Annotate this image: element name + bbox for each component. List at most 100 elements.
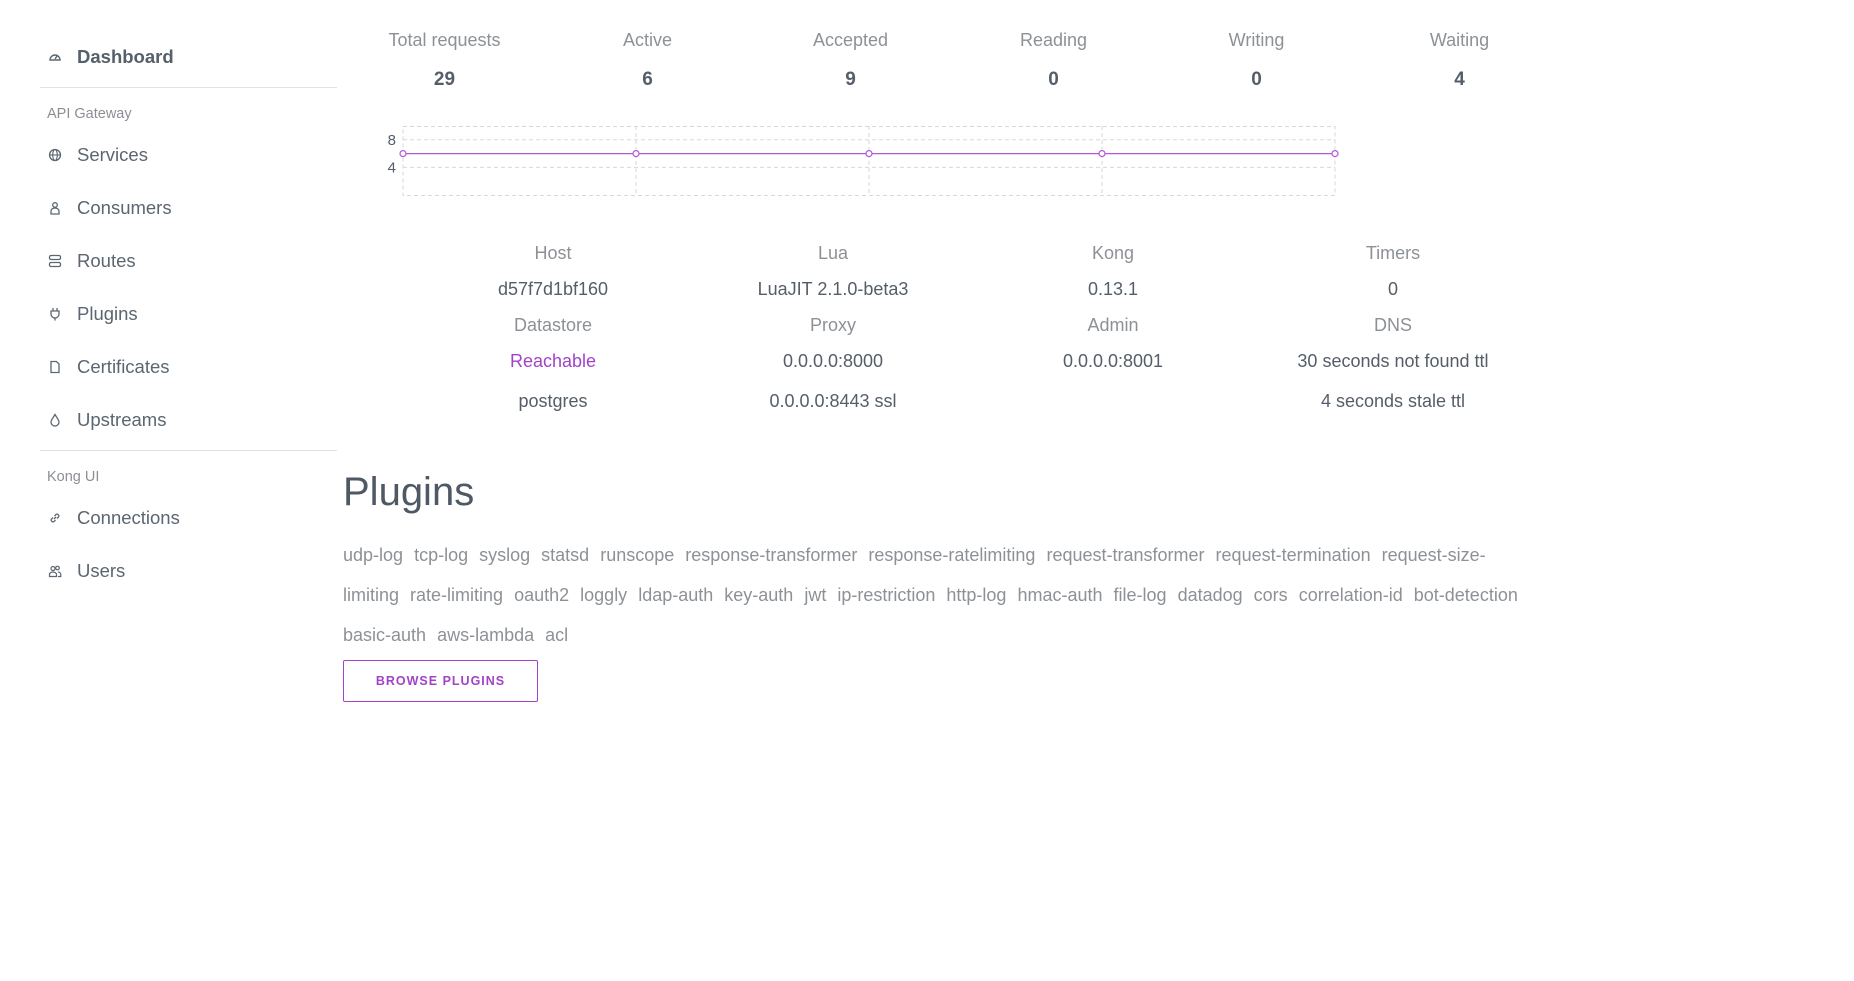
plugin-name: runscope xyxy=(600,545,675,565)
sidebar-item-certificates[interactable]: Certificates xyxy=(40,340,337,393)
sidebar-item-routes[interactable]: Routes xyxy=(40,234,337,287)
sidebar-item-label: Consumers xyxy=(77,196,172,218)
info-heading: Timers xyxy=(1365,243,1421,263)
plugin-name: response-ratelimiting xyxy=(868,545,1036,565)
browse-plugins-button[interactable]: BROWSE PLUGINS xyxy=(343,660,538,702)
info-heading: Host xyxy=(534,243,572,263)
info-timers: Timers 0 xyxy=(1253,243,1533,309)
sidebar-item-upstreams[interactable]: Upstreams xyxy=(40,393,337,446)
link-icon xyxy=(47,510,63,526)
info-heading: Proxy xyxy=(809,315,856,335)
stat-label: Accepted xyxy=(812,30,889,50)
stat-value: 29 xyxy=(433,69,456,90)
stat-accepted: Accepted 9 xyxy=(749,30,952,91)
info-datastore: Datastore Reachable postgres xyxy=(413,315,693,421)
plugin-name: request-transformer xyxy=(1046,545,1205,565)
routes-icon xyxy=(47,253,63,269)
stat-label: Waiting xyxy=(1429,30,1490,50)
info-value: postgres xyxy=(518,391,588,411)
info-row: Datastore Reachable postgres Proxy 0.0.0.0:8… xyxy=(413,315,1533,421)
stat-label: Writing xyxy=(1228,30,1285,50)
sidebar-item-label: Upstreams xyxy=(77,408,167,430)
stat-value: 4 xyxy=(1454,69,1465,90)
plugin-name: correlation-id xyxy=(1298,585,1403,605)
plugin-name: cors xyxy=(1253,585,1288,605)
info-value: 0.0.0.0:8001 xyxy=(1062,351,1164,371)
info-row: Host d57f7d1bf160 Lua LuaJIT 2.1.0-beta3 Kon… xyxy=(413,243,1533,309)
drop-icon xyxy=(47,412,63,428)
gauge-icon xyxy=(47,49,63,65)
info-admin: Admin 0.0.0.0:8001 xyxy=(973,315,1253,421)
sidebar-section-label: API Gateway xyxy=(47,106,132,122)
plugin-name: key-auth xyxy=(724,585,794,605)
sidebar-item-users[interactable]: Users xyxy=(40,544,337,597)
sidebar-item-label: Certificates xyxy=(77,355,170,377)
plugin-name: basic-auth xyxy=(343,625,427,645)
sidebar-section-label: Kong UI xyxy=(47,469,100,485)
plugin-name: statsd xyxy=(541,545,590,565)
stat-waiting: Waiting 4 xyxy=(1358,30,1561,91)
plugin-name: loggly xyxy=(580,585,628,605)
chart-ytick-label: 8 xyxy=(388,132,396,149)
chart-point xyxy=(1331,150,1339,158)
plugin-name: http-log xyxy=(946,585,1007,605)
stat-reading: Reading 0 xyxy=(952,30,1155,91)
sidebar-item-label: Services xyxy=(77,143,148,165)
plugin-name: bot-detection xyxy=(1413,585,1518,605)
info-value: 0.0.0.0:8443 ssl xyxy=(769,391,897,411)
info-heading: DNS xyxy=(1373,315,1412,335)
stat-value: 9 xyxy=(845,69,856,90)
plugin-name: aws-lambda xyxy=(437,625,535,645)
stat-label: Active xyxy=(622,30,673,50)
plugin-name: udp-log xyxy=(343,545,404,565)
info-heading: Lua xyxy=(817,243,849,263)
node-info-grid: Host d57f7d1bf160 Lua LuaJIT 2.1.0-beta3 Kon… xyxy=(413,243,1533,421)
sidebar-item-consumers[interactable]: Consumers xyxy=(40,181,337,234)
info-value: 30 seconds not found ttl xyxy=(1297,351,1489,371)
info-value: 4 seconds stale ttl xyxy=(1320,391,1466,411)
info-lua: Lua LuaJIT 2.1.0-beta3 xyxy=(693,243,973,309)
stat-value: 0 xyxy=(1251,69,1262,90)
info-value: 0.0.0.0:8000 xyxy=(782,351,884,371)
requests-chart: 84 xyxy=(388,126,1339,196)
sidebar-item-services[interactable]: Services xyxy=(40,128,337,181)
sidebar-item-dashboard[interactable]: Dashboard xyxy=(40,30,337,83)
info-kong: Kong 0.13.1 xyxy=(973,243,1253,309)
info-value: 0 xyxy=(1387,279,1398,299)
plugin-name: rate-limiting xyxy=(410,585,504,605)
stat-active: Active 6 xyxy=(546,30,749,91)
plug-icon xyxy=(47,306,63,322)
plugin-name: datadog xyxy=(1177,585,1243,605)
chart-point xyxy=(1098,150,1106,158)
info-proxy: Proxy 0.0.0.0:8000 0.0.0.0:8443 ssl xyxy=(693,315,973,421)
stat-value: 0 xyxy=(1048,69,1059,90)
plugin-name: jwt xyxy=(804,585,827,605)
plugin-name: request-termination xyxy=(1215,545,1371,565)
plugin-name: oauth2 xyxy=(514,585,570,605)
info-value: Reachable xyxy=(509,351,597,371)
stat-value: 6 xyxy=(642,69,653,90)
chart-ytick-label: 4 xyxy=(388,159,396,176)
chart-point xyxy=(632,150,640,158)
plugin-name: tcp-log xyxy=(414,545,469,565)
sidebar-item-label: Dashboard xyxy=(77,45,174,67)
sidebar-item-connections[interactable]: Connections xyxy=(40,491,337,544)
plugin-name: file-log xyxy=(1113,585,1167,605)
sidebar-item-label: Plugins xyxy=(77,302,138,324)
users-icon xyxy=(47,563,63,579)
info-dns: DNS 30 seconds not found ttl 4 seconds sta… xyxy=(1253,315,1533,421)
stat-label: Reading xyxy=(1019,30,1088,50)
stat-label: Total requests xyxy=(388,30,501,50)
info-value: 0.13.1 xyxy=(1087,279,1139,299)
stat-total-requests: Total requests 29 xyxy=(343,30,546,91)
plugin-name: ldap-auth xyxy=(638,585,714,605)
plugin-list: udp-log tcp-log syslog statsd runscope r… xyxy=(343,535,1543,655)
document-icon xyxy=(47,359,63,375)
person-icon xyxy=(47,200,63,216)
plugin-name: response-transformer xyxy=(685,545,858,565)
info-host: Host d57f7d1bf160 xyxy=(413,243,693,309)
plugin-name: hmac-auth xyxy=(1017,585,1103,605)
stats-row: Total requests 29 Active 6 Accepted 9 Reading 0… xyxy=(343,30,1561,91)
sidebar-item-plugins[interactable]: Plugins xyxy=(40,287,337,340)
sidebar-item-label: Connections xyxy=(77,506,180,528)
